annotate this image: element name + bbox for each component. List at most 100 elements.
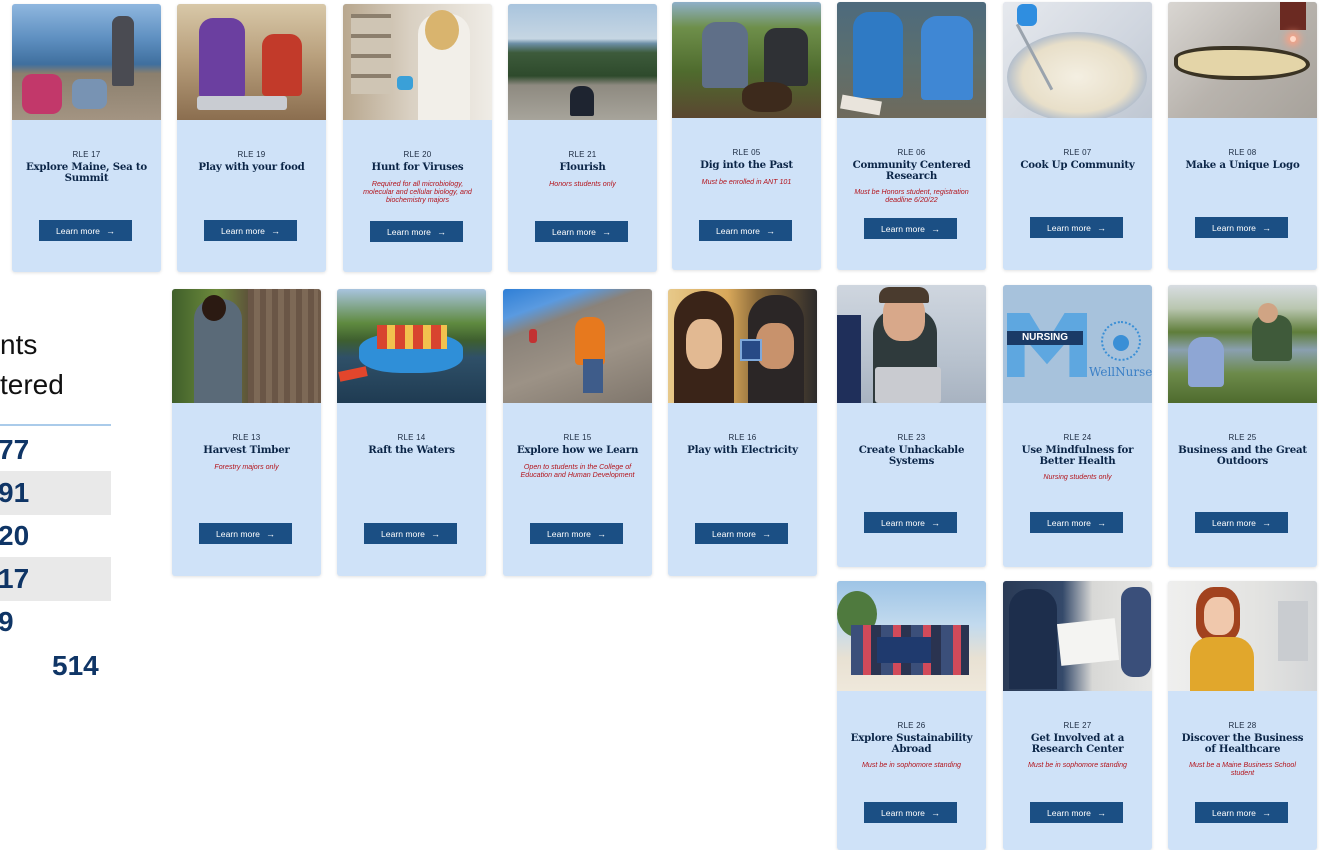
learn-more-button[interactable]: Learn more → (1195, 802, 1288, 823)
card-photo (1003, 2, 1152, 118)
learn-more-button[interactable]: Learn more → (204, 220, 297, 241)
learn-more-label: Learn more (387, 226, 431, 237)
learn-more-label: Learn more (216, 528, 260, 539)
card-title: Flourish (559, 161, 606, 173)
card-photo (177, 4, 326, 120)
stat-value: 77 (0, 434, 30, 465)
stats-heading-line1: nts (0, 329, 38, 360)
learn-more-button[interactable]: Learn more → (39, 220, 132, 241)
card-code: RLE 28 (1228, 721, 1257, 730)
learn-more-button[interactable]: Learn more → (370, 221, 463, 242)
card-title: Create Unhackable Systems (858, 444, 965, 467)
card-code: RLE 24 (1063, 433, 1092, 442)
learn-more-button[interactable]: Learn more → (699, 220, 792, 241)
learn-more-button[interactable]: Learn more → (1195, 217, 1288, 238)
stats-total: 514 (52, 650, 99, 681)
arrow-right-icon: → (765, 225, 775, 236)
card-body: RLE 14 Raft the Waters (337, 433, 486, 456)
card-photo (672, 2, 821, 118)
learn-more-button[interactable]: Learn more → (1030, 512, 1123, 533)
stat-row: 20 (0, 514, 111, 558)
course-card: RLE 13 Harvest Timber Forestry majors on… (172, 289, 321, 576)
card-title: Cook Up Community (1020, 159, 1135, 171)
arrow-right-icon: → (930, 807, 940, 818)
learn-more-label: Learn more (221, 225, 265, 236)
arrow-right-icon: → (1261, 807, 1271, 818)
card-photo (837, 2, 986, 118)
card-requirement: Honors students only (549, 179, 616, 188)
learn-more-button[interactable]: Learn more → (1195, 512, 1288, 533)
course-card: NURSING WellNurse RLE 24 Use Mindfulness… (1003, 285, 1152, 567)
card-code: RLE 05 (732, 148, 761, 157)
learn-more-button[interactable]: Learn more → (864, 218, 957, 239)
learn-more-label: Learn more (1212, 807, 1256, 818)
card-requirement: Open to students in the College of Educa… (520, 462, 635, 479)
stats-heading-line2: tered (0, 369, 64, 400)
card-body: RLE 08 Make a Unique Logo (1168, 148, 1317, 171)
course-card: RLE 26 Explore Sustainability Abroad Mus… (837, 581, 986, 850)
stat-row: 9 (0, 600, 111, 644)
course-card: RLE 06 Community Centered Research Must … (837, 2, 986, 270)
learn-more-label: Learn more (547, 528, 591, 539)
learn-more-label: Learn more (712, 528, 756, 539)
card-title: Community Centered Research (852, 159, 971, 182)
stat-value: 17 (0, 563, 30, 594)
card-body: RLE 06 Community Centered Research Must … (837, 148, 986, 205)
learn-more-button[interactable]: Learn more → (695, 523, 788, 544)
arrow-right-icon: → (761, 528, 771, 539)
arrow-right-icon: → (1096, 807, 1106, 818)
course-card: RLE 08 Make a Unique Logo Learn more → (1168, 2, 1317, 270)
card-title: Use Mindfulness for Better Health (1021, 444, 1134, 467)
course-card: RLE 28 Discover the Business of Healthca… (1168, 581, 1317, 850)
learn-more-label: Learn more (1047, 807, 1091, 818)
learn-more-label: Learn more (881, 807, 925, 818)
card-body: RLE 19 Play with your food (177, 150, 326, 173)
card-code: RLE 27 (1063, 721, 1092, 730)
card-code: RLE 25 (1228, 433, 1257, 442)
card-photo (837, 581, 986, 691)
course-card: RLE 27 Get Involved at a Research Center… (1003, 581, 1152, 850)
arrow-right-icon: → (1261, 517, 1271, 528)
card-body: RLE 25 Business and the Great Outdoors (1168, 433, 1317, 466)
learn-more-button[interactable]: Learn more → (864, 802, 957, 823)
learn-more-button[interactable]: Learn more → (535, 221, 628, 242)
course-card: RLE 07 Cook Up Community Learn more → (1003, 2, 1152, 270)
card-body: RLE 24 Use Mindfulness for Better Health… (1003, 433, 1152, 481)
card-title: Explore how we Learn (516, 444, 639, 456)
learn-more-button[interactable]: Learn more → (1030, 802, 1123, 823)
card-photo (508, 4, 657, 120)
arrow-right-icon: → (105, 225, 115, 236)
card-photo (12, 4, 161, 120)
card-code: RLE 20 (403, 150, 432, 159)
arrow-right-icon: → (270, 225, 280, 236)
arrow-right-icon: → (601, 226, 611, 237)
arrow-right-icon: → (596, 528, 606, 539)
card-photo (1003, 581, 1152, 691)
card-requirement: Must be in sophomore standing (1028, 761, 1127, 769)
card-requirement: Forestry majors only (214, 462, 279, 471)
learn-more-button[interactable]: Learn more → (199, 523, 292, 544)
card-photo (668, 289, 817, 403)
course-card: RLE 16 Play with Electricity Learn more → (668, 289, 817, 576)
learn-more-label: Learn more (1212, 222, 1256, 233)
arrow-right-icon: → (1261, 222, 1271, 233)
learn-more-label: Learn more (881, 517, 925, 528)
arrow-right-icon: → (430, 528, 440, 539)
card-requirement: Must be in sophomore standing (862, 761, 961, 769)
nursing-banner: NURSING (1007, 331, 1083, 345)
course-card: RLE 14 Raft the Waters Learn more → (337, 289, 486, 576)
learn-more-button[interactable]: Learn more → (530, 523, 623, 544)
card-photo (343, 4, 492, 120)
course-card: RLE 23 Create Unhackable Systems Learn m… (837, 285, 986, 567)
card-requirement: Nursing students only (1043, 473, 1112, 481)
learn-more-label: Learn more (716, 225, 760, 236)
stat-value: 91 (0, 477, 30, 508)
course-card: RLE 21 Flourish Honors students only Lea… (508, 4, 657, 272)
learn-more-label: Learn more (56, 225, 100, 236)
learn-more-button[interactable]: Learn more → (864, 512, 957, 533)
stats-divider (0, 424, 111, 426)
wellnurse-wordmark: WellNurse (1089, 365, 1152, 379)
learn-more-button[interactable]: Learn more → (364, 523, 457, 544)
learn-more-button[interactable]: Learn more → (1030, 217, 1123, 238)
card-code: RLE 17 (72, 150, 101, 159)
